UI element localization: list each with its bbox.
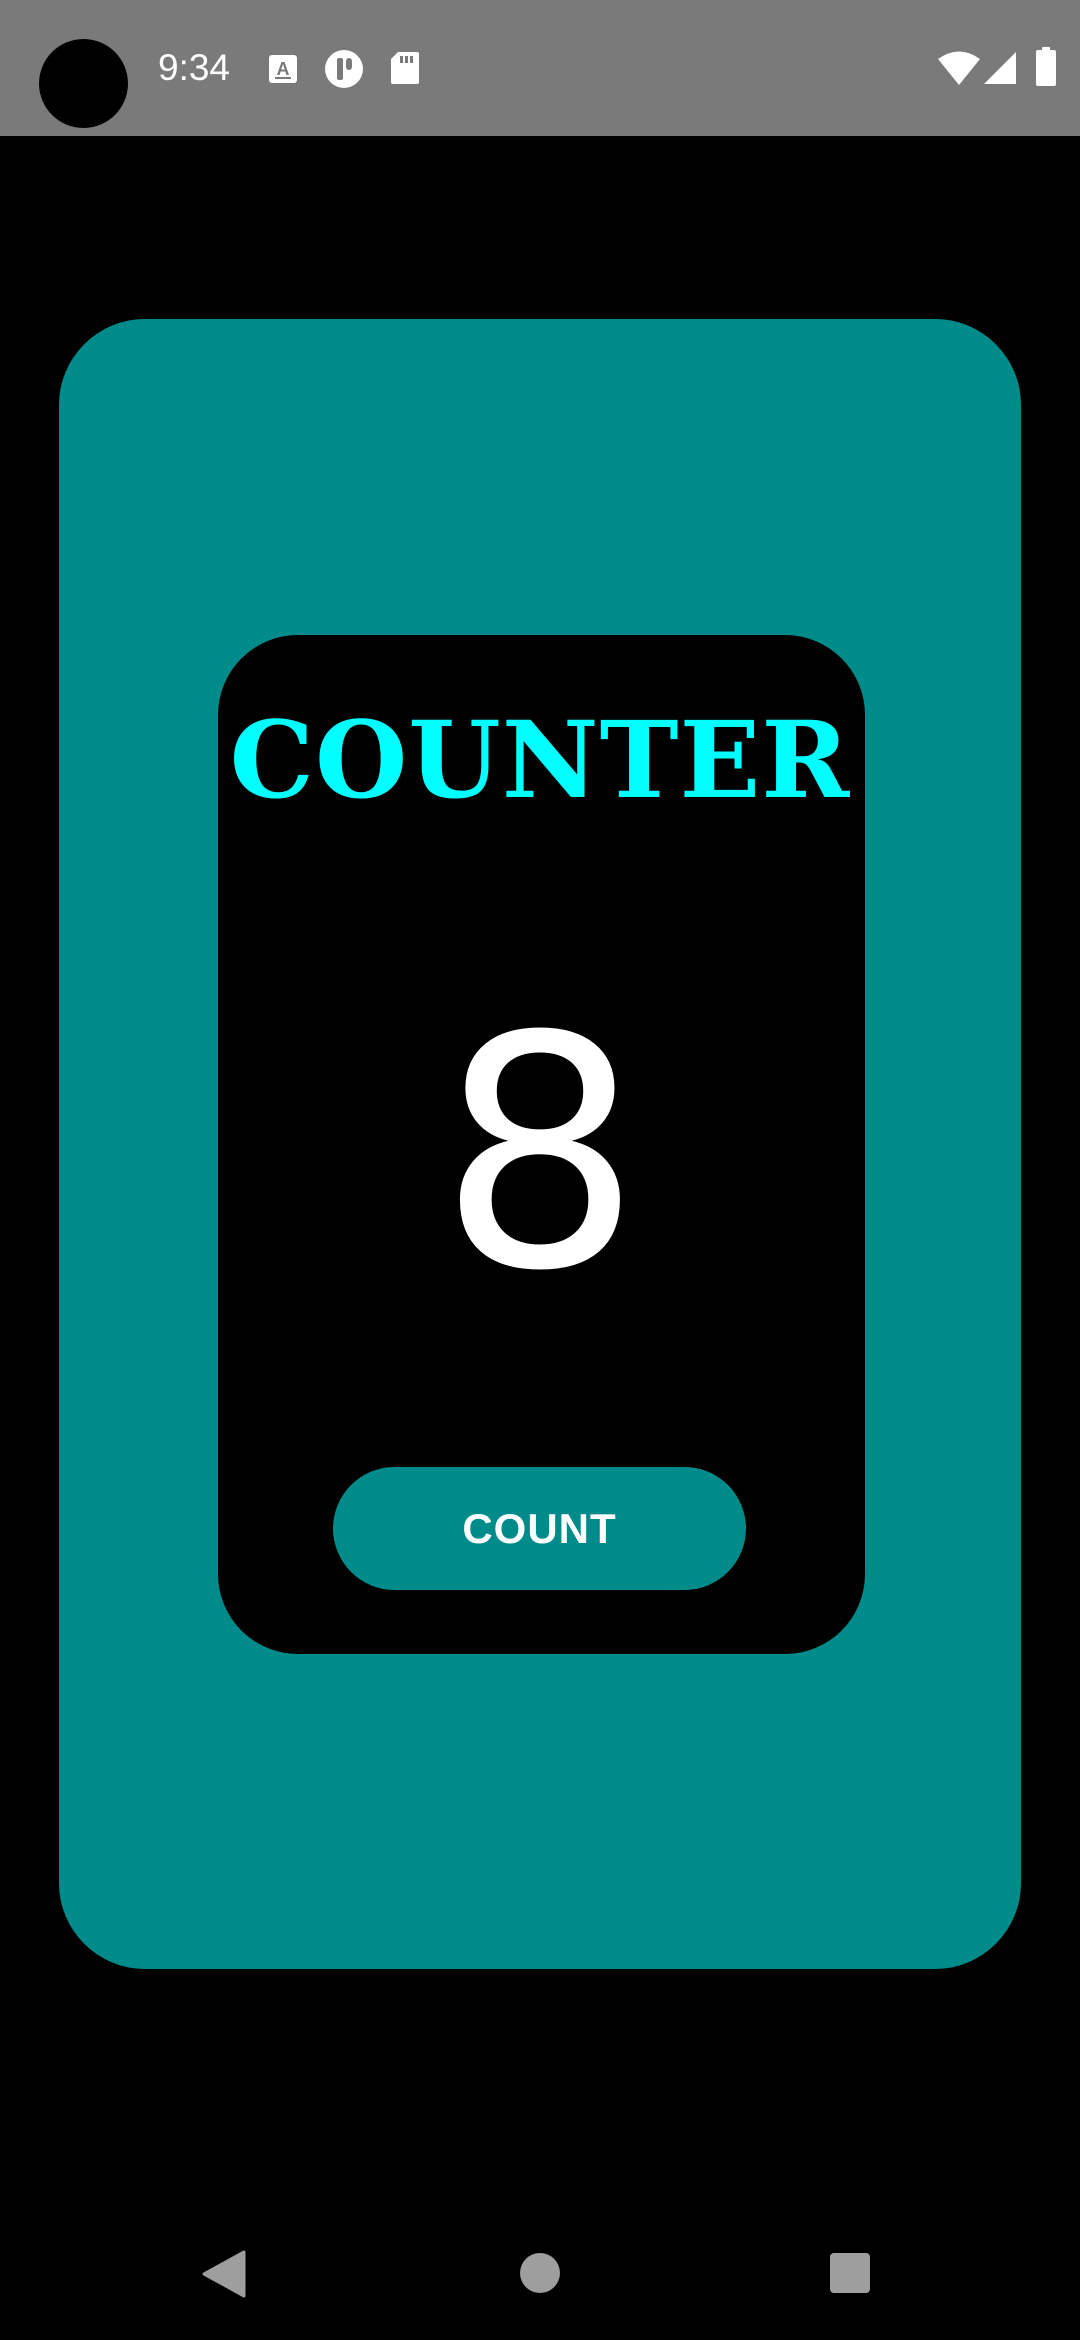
recents-icon[interactable] <box>829 2252 871 2294</box>
svg-text:A: A <box>277 59 290 79</box>
count-button[interactable]: COUNT <box>333 1467 746 1590</box>
status-bar: 9:34 A <box>0 0 1080 136</box>
battery-icon <box>1035 47 1057 87</box>
app-notification-icon <box>324 49 364 89</box>
back-icon[interactable] <box>202 2250 246 2298</box>
status-time: 9:34 <box>158 47 231 88</box>
cell-signal-icon <box>983 51 1017 85</box>
counter-title: COUNTER <box>229 697 851 822</box>
wifi-icon <box>937 50 981 86</box>
sd-card-icon <box>390 51 420 85</box>
camera-cutout <box>39 39 128 128</box>
home-icon[interactable] <box>519 2252 561 2294</box>
text-a-icon: A <box>268 54 298 84</box>
counter-value: 8 <box>438 969 642 1341</box>
